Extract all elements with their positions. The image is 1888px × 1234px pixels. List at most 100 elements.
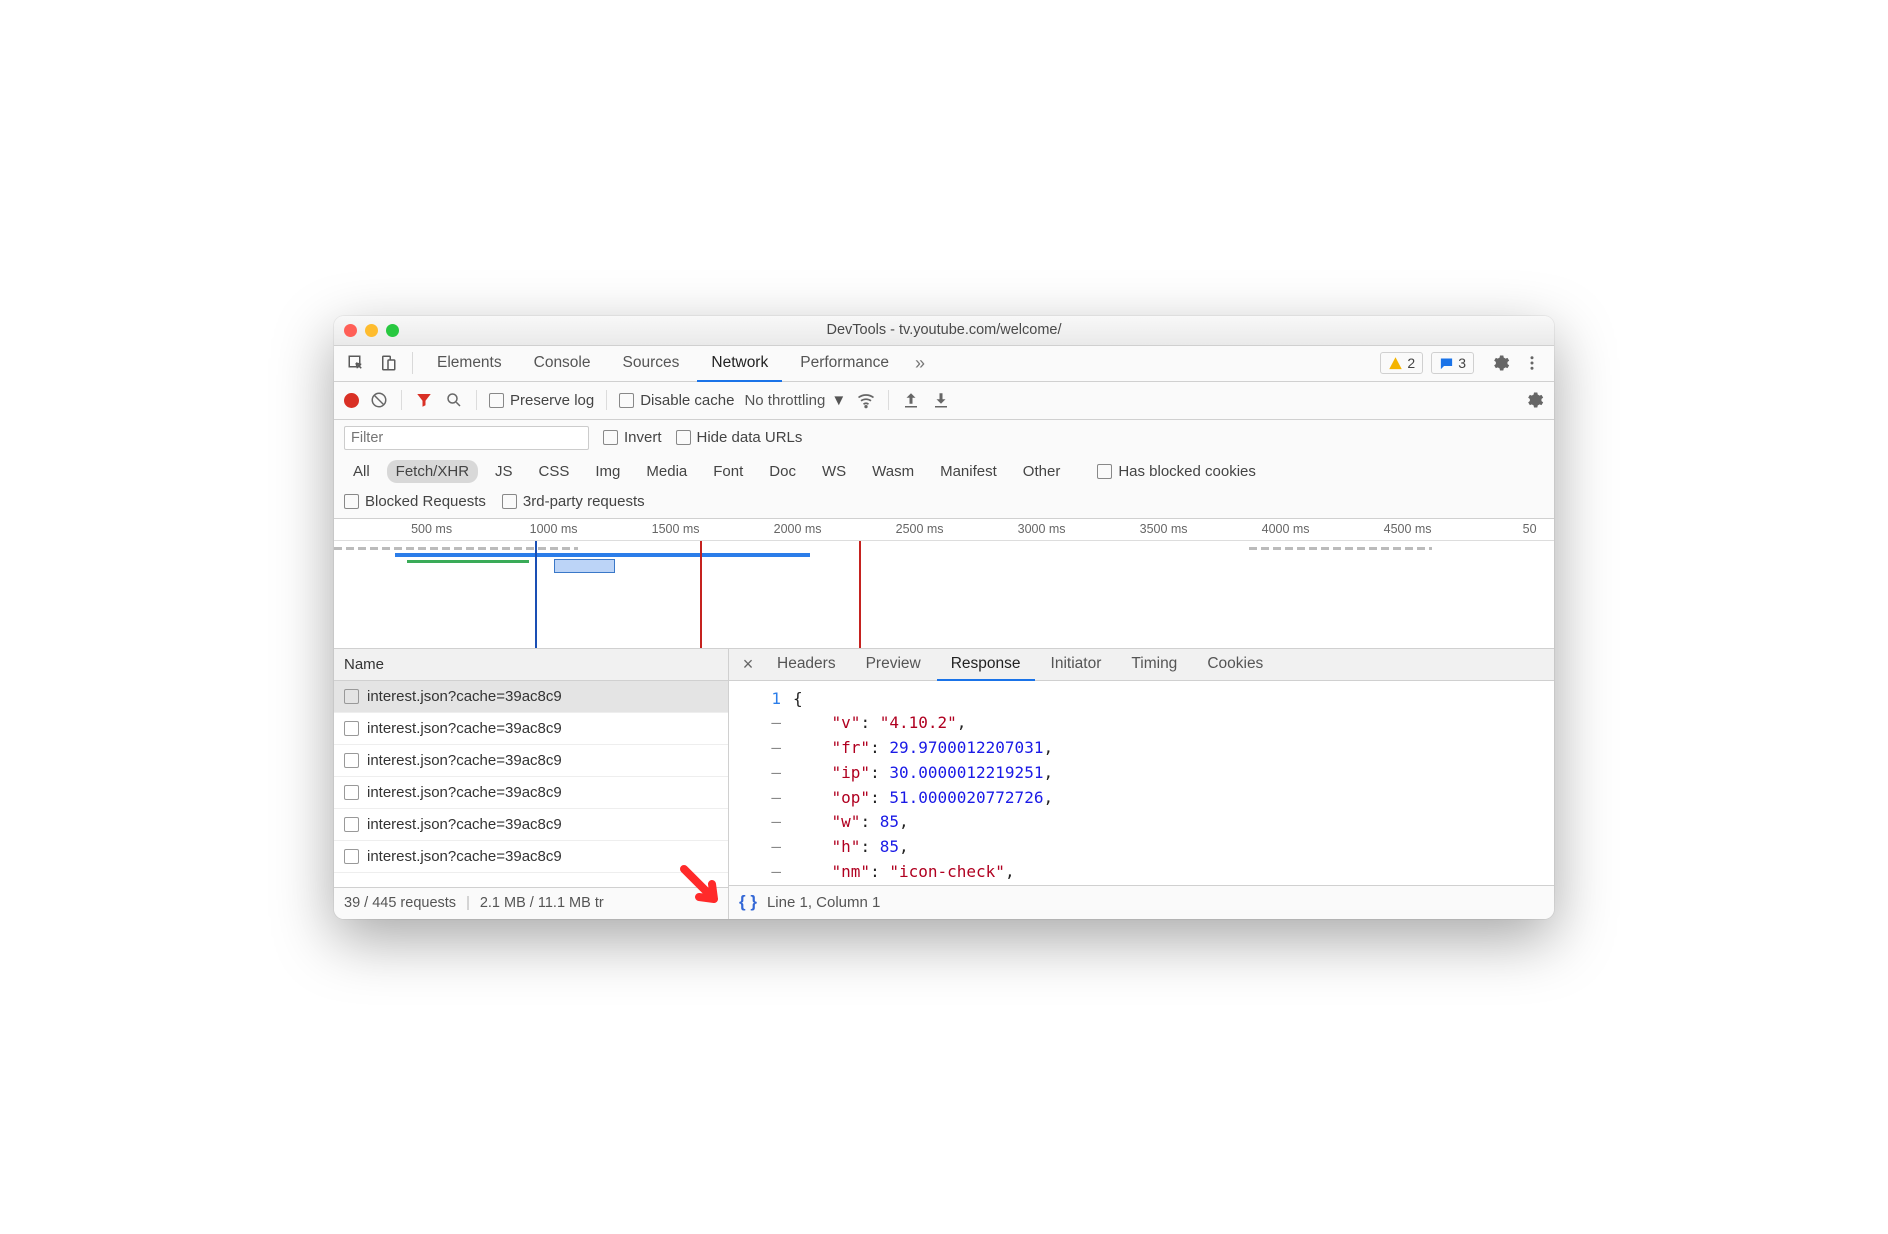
file-icon bbox=[344, 817, 359, 832]
download-icon[interactable] bbox=[931, 390, 951, 410]
warnings-badge[interactable]: 2 bbox=[1380, 352, 1423, 374]
throttling-select[interactable]: No throttling ▼ bbox=[744, 392, 846, 409]
tick-label: 4500 ms bbox=[1384, 522, 1432, 536]
record-button[interactable] bbox=[344, 393, 359, 408]
request-name: interest.json?cache=39ac8c9 bbox=[367, 688, 562, 705]
response-tabbar: × Headers Preview Response Initiator Tim… bbox=[729, 649, 1554, 681]
file-icon bbox=[344, 721, 359, 736]
blocked-requests-label: Blocked Requests bbox=[365, 493, 486, 510]
kebab-menu-icon[interactable] bbox=[1518, 349, 1546, 377]
filter-bar: Invert Hide data URLs bbox=[334, 420, 1554, 456]
tick-label: 50 bbox=[1523, 522, 1537, 536]
inspect-element-icon[interactable] bbox=[342, 349, 370, 377]
response-body[interactable]: 1 – – – – – – – – { "v": "4.10.2", "fr":… bbox=[729, 681, 1554, 885]
tab-headers[interactable]: Headers bbox=[763, 648, 850, 680]
type-fetch-xhr[interactable]: Fetch/XHR bbox=[387, 460, 478, 483]
request-list[interactable]: interest.json?cache=39ac8c9 interest.jso… bbox=[334, 681, 728, 887]
tab-cookies[interactable]: Cookies bbox=[1193, 648, 1277, 680]
tab-preview[interactable]: Preview bbox=[852, 648, 935, 680]
response-pane: × Headers Preview Response Initiator Tim… bbox=[729, 649, 1554, 919]
filter-input[interactable] bbox=[344, 426, 589, 450]
resource-type-filter: All Fetch/XHR JS CSS Img Media Font Doc … bbox=[334, 456, 1554, 489]
file-icon bbox=[344, 689, 359, 704]
transfer-size: 2.1 MB / 11.1 MB tr bbox=[480, 895, 604, 911]
network-settings-icon[interactable] bbox=[1524, 390, 1544, 410]
request-row[interactable]: interest.json?cache=39ac8c9 bbox=[334, 809, 728, 841]
tab-response[interactable]: Response bbox=[937, 649, 1035, 681]
request-summary: 39 / 445 requests | 2.1 MB / 11.1 MB tr bbox=[334, 887, 728, 919]
tab-network[interactable]: Network bbox=[697, 346, 782, 382]
throttling-label: No throttling bbox=[744, 392, 825, 409]
close-details-button[interactable]: × bbox=[735, 654, 761, 675]
type-manifest[interactable]: Manifest bbox=[931, 460, 1006, 483]
disable-cache-label: Disable cache bbox=[640, 392, 734, 409]
third-party-checkbox[interactable]: 3rd-party requests bbox=[502, 493, 645, 510]
hide-data-urls-checkbox[interactable]: Hide data URLs bbox=[676, 429, 803, 446]
disable-cache-checkbox[interactable]: Disable cache bbox=[619, 392, 734, 409]
tick-label: 3500 ms bbox=[1140, 522, 1188, 536]
network-conditions-icon[interactable] bbox=[856, 390, 876, 410]
tab-timing[interactable]: Timing bbox=[1117, 648, 1191, 680]
type-js[interactable]: JS bbox=[486, 460, 522, 483]
search-icon[interactable] bbox=[444, 390, 464, 410]
more-tabs-button[interactable]: » bbox=[907, 353, 933, 374]
tab-sources[interactable]: Sources bbox=[609, 345, 694, 381]
traffic-lights bbox=[344, 324, 399, 337]
type-img[interactable]: Img bbox=[586, 460, 629, 483]
warnings-count: 2 bbox=[1407, 355, 1415, 371]
response-source: { "v": "4.10.2", "fr": 29.9700012207031,… bbox=[789, 681, 1554, 885]
tick-label: 500 ms bbox=[411, 522, 452, 536]
device-toggle-icon[interactable] bbox=[374, 349, 402, 377]
request-row[interactable]: interest.json?cache=39ac8c9 bbox=[334, 777, 728, 809]
close-window-button[interactable] bbox=[344, 324, 357, 337]
zoom-window-button[interactable] bbox=[386, 324, 399, 337]
type-other[interactable]: Other bbox=[1014, 460, 1070, 483]
tab-console[interactable]: Console bbox=[520, 345, 605, 381]
request-name: interest.json?cache=39ac8c9 bbox=[367, 784, 562, 801]
file-icon bbox=[344, 753, 359, 768]
request-list-pane: Name interest.json?cache=39ac8c9 interes… bbox=[334, 649, 729, 919]
request-row[interactable]: interest.json?cache=39ac8c9 bbox=[334, 745, 728, 777]
type-media[interactable]: Media bbox=[637, 460, 696, 483]
cursor-position: Line 1, Column 1 bbox=[767, 894, 880, 911]
invert-checkbox[interactable]: Invert bbox=[603, 429, 662, 446]
request-name: interest.json?cache=39ac8c9 bbox=[367, 848, 562, 865]
type-ws[interactable]: WS bbox=[813, 460, 855, 483]
has-blocked-cookies-checkbox[interactable]: Has blocked cookies bbox=[1097, 463, 1256, 480]
preserve-log-checkbox[interactable]: Preserve log bbox=[489, 392, 594, 409]
timeline-overview[interactable]: 500 ms 1000 ms 1500 ms 2000 ms 2500 ms 3… bbox=[334, 519, 1554, 649]
settings-icon[interactable] bbox=[1486, 349, 1514, 377]
titlebar: DevTools - tv.youtube.com/welcome/ bbox=[334, 316, 1554, 346]
request-count: 39 / 445 requests bbox=[344, 895, 456, 911]
upload-icon[interactable] bbox=[901, 390, 921, 410]
tab-elements[interactable]: Elements bbox=[423, 345, 516, 381]
type-wasm[interactable]: Wasm bbox=[863, 460, 923, 483]
clear-icon[interactable] bbox=[369, 390, 389, 410]
line-gutter: 1 – – – – – – – – bbox=[729, 681, 789, 885]
tick-label: 2000 ms bbox=[774, 522, 822, 536]
file-icon bbox=[344, 785, 359, 800]
request-list-header[interactable]: Name bbox=[334, 649, 728, 681]
type-css[interactable]: CSS bbox=[530, 460, 579, 483]
type-font[interactable]: Font bbox=[704, 460, 752, 483]
type-doc[interactable]: Doc bbox=[760, 460, 805, 483]
main-tabbar: Elements Console Sources Network Perform… bbox=[334, 346, 1554, 382]
network-split: Name interest.json?cache=39ac8c9 interes… bbox=[334, 649, 1554, 919]
request-row[interactable]: interest.json?cache=39ac8c9 bbox=[334, 841, 728, 873]
tick-label: 1000 ms bbox=[530, 522, 578, 536]
chevron-down-icon: ▼ bbox=[831, 392, 846, 409]
minimize-window-button[interactable] bbox=[365, 324, 378, 337]
pretty-print-button[interactable]: { } bbox=[739, 892, 757, 912]
filter-icon[interactable] bbox=[414, 390, 434, 410]
request-row[interactable]: interest.json?cache=39ac8c9 bbox=[334, 681, 728, 713]
tick-label: 1500 ms bbox=[652, 522, 700, 536]
tab-performance[interactable]: Performance bbox=[786, 345, 903, 381]
request-row[interactable]: interest.json?cache=39ac8c9 bbox=[334, 713, 728, 745]
type-all[interactable]: All bbox=[344, 460, 379, 483]
window-title: DevTools - tv.youtube.com/welcome/ bbox=[344, 322, 1544, 338]
tick-label: 3000 ms bbox=[1018, 522, 1066, 536]
messages-badge[interactable]: 3 bbox=[1431, 352, 1474, 374]
blocked-requests-checkbox[interactable]: Blocked Requests bbox=[344, 493, 486, 510]
file-icon bbox=[344, 849, 359, 864]
tab-initiator[interactable]: Initiator bbox=[1037, 648, 1116, 680]
